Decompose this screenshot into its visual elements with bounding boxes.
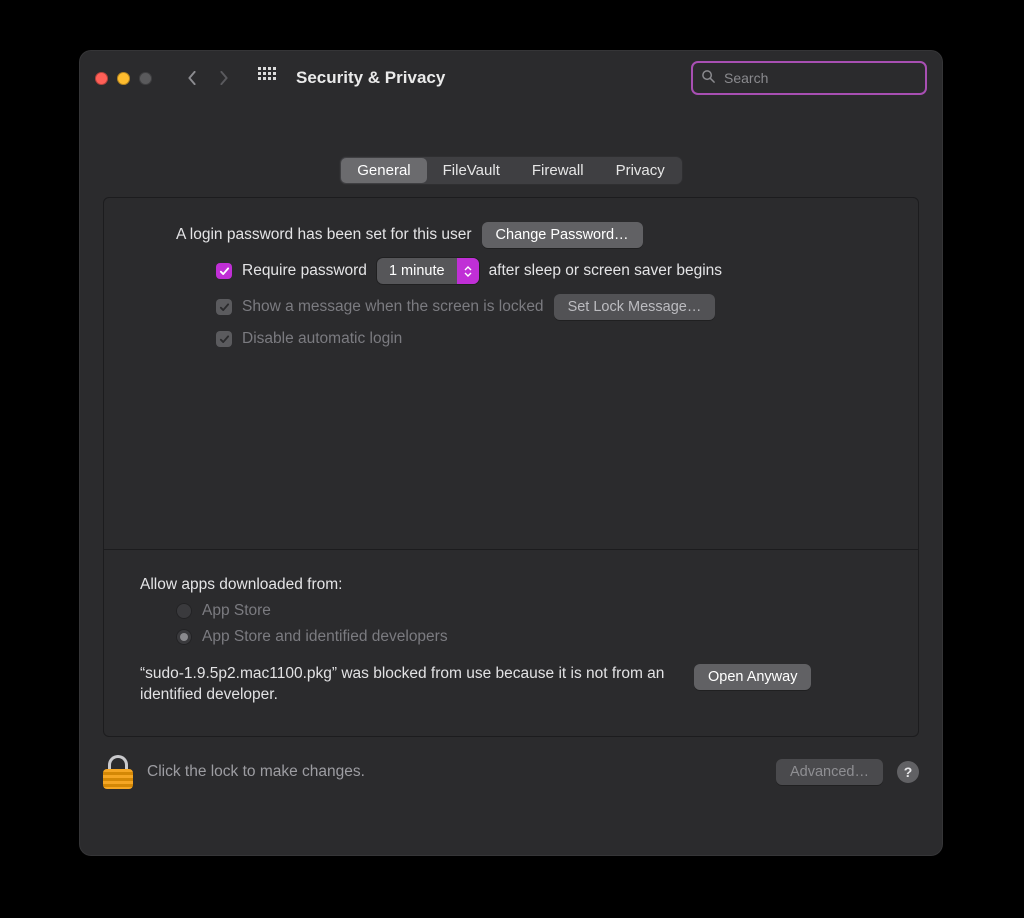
require-password-checkbox[interactable] xyxy=(216,263,232,279)
require-password-delay-value: 1 minute xyxy=(377,263,457,279)
titlebar: Security & Privacy xyxy=(79,50,943,106)
open-anyway-button[interactable]: Open Anyway xyxy=(694,664,811,690)
tab-bar: General FileVault Firewall Privacy xyxy=(339,156,683,185)
advanced-button[interactable]: Advanced… xyxy=(776,759,883,785)
minimize-window-button[interactable] xyxy=(117,72,130,85)
require-password-label-right: after sleep or screen saver begins xyxy=(489,262,722,280)
tab-privacy[interactable]: Privacy xyxy=(600,158,681,183)
allow-identified-developers-label: App Store and identified developers xyxy=(202,628,448,646)
tab-firewall[interactable]: Firewall xyxy=(516,158,600,183)
login-password-text: A login password has been set for this u… xyxy=(176,226,472,244)
lock-icon[interactable] xyxy=(103,755,133,789)
allow-app-store-label: App Store xyxy=(202,602,271,620)
back-button[interactable] xyxy=(178,64,206,92)
show-all-icon[interactable] xyxy=(258,67,276,89)
window-controls xyxy=(95,72,152,85)
allow-apps-header: Allow apps downloaded from: xyxy=(140,576,882,594)
nav-arrows xyxy=(178,64,238,92)
tab-filevault[interactable]: FileVault xyxy=(427,158,516,183)
require-password-delay-select[interactable]: 1 minute xyxy=(377,258,479,284)
window-title: Security & Privacy xyxy=(296,68,445,88)
change-password-button[interactable]: Change Password… xyxy=(482,222,643,248)
preferences-window: Security & Privacy General FileVault Fir… xyxy=(79,50,943,856)
disable-auto-login-label: Disable automatic login xyxy=(242,330,402,348)
allow-app-store-radio[interactable] xyxy=(176,603,192,619)
section-divider xyxy=(104,549,918,550)
chevron-up-down-icon xyxy=(457,258,479,284)
forward-button[interactable] xyxy=(210,64,238,92)
search-input[interactable] xyxy=(722,69,917,87)
allow-identified-developers-radio[interactable] xyxy=(176,629,192,645)
tab-general[interactable]: General xyxy=(341,158,426,183)
close-window-button[interactable] xyxy=(95,72,108,85)
disable-auto-login-checkbox[interactable] xyxy=(216,331,232,347)
general-panel: A login password has been set for this u… xyxy=(103,197,919,737)
show-lock-message-checkbox[interactable] xyxy=(216,299,232,315)
blocked-app-message: “sudo-1.9.5p2.mac1100.pkg” was blocked f… xyxy=(140,664,680,706)
search-icon xyxy=(701,69,716,88)
require-password-label-left: Require password xyxy=(242,262,367,280)
help-button[interactable]: ? xyxy=(897,761,919,783)
lock-hint-text: Click the lock to make changes. xyxy=(147,763,365,781)
search-field[interactable] xyxy=(691,61,927,95)
set-lock-message-button[interactable]: Set Lock Message… xyxy=(554,294,716,320)
show-lock-message-label: Show a message when the screen is locked xyxy=(242,298,544,316)
zoom-window-button[interactable] xyxy=(139,72,152,85)
footer: Click the lock to make changes. Advanced… xyxy=(103,755,919,789)
